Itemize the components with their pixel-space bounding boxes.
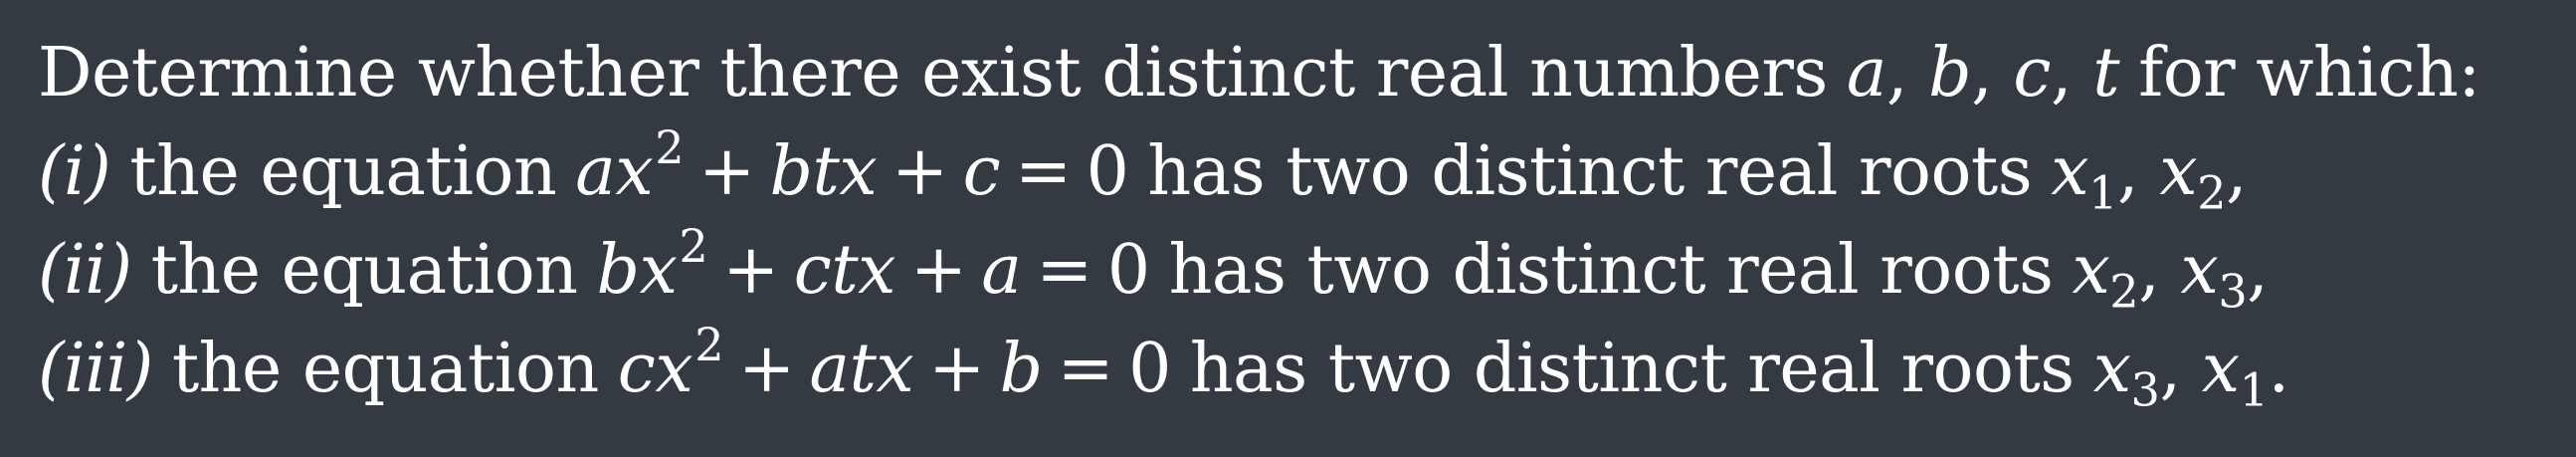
condition-prefix: the equation [129,132,557,211]
intro-text: Determine whether there exist distinct r… [38,34,1828,113]
intro-variables: a, b, c, t [1846,34,2120,113]
intro-line: Determine whether there exist distinct r… [38,24,2565,122]
condition-i: (i) the equation ax2 + btx + c = 0 has two distin… [38,122,2565,221]
condition-ii: (ii) the equation bx2 + ctx + a = 0 has two disti… [38,221,2565,320]
condition-middle: has two distinct real roots [1147,132,2033,211]
problem-statement: Determine whether there exist distinct r… [38,24,2565,418]
condition-middle: has two distinct real roots [1189,330,2075,408]
quadratic-equation: cx2 + atx + b = 0 [617,318,1172,408]
intro-tail: for which: [2138,34,2480,113]
condition-prefix: the equation [150,231,578,310]
condition-marker: (ii) [38,231,132,310]
condition-middle: has two distinct real roots [1168,231,2054,310]
condition-iii: (iii) the equation cx2 + atx + b = 0 has two dist… [38,320,2565,418]
roots-pair: x3, x1. [2092,330,2289,417]
roots-pair: x2, x3, [2072,231,2269,319]
condition-marker: (iii) [38,330,153,408]
quadratic-equation: ax2 + btx + c = 0 [575,120,1129,211]
condition-prefix: the equation [171,330,599,408]
quadratic-equation: bx2 + ctx + a = 0 [596,219,1151,310]
condition-marker: (i) [38,132,111,211]
roots-pair: x1, x2, [2051,132,2248,220]
